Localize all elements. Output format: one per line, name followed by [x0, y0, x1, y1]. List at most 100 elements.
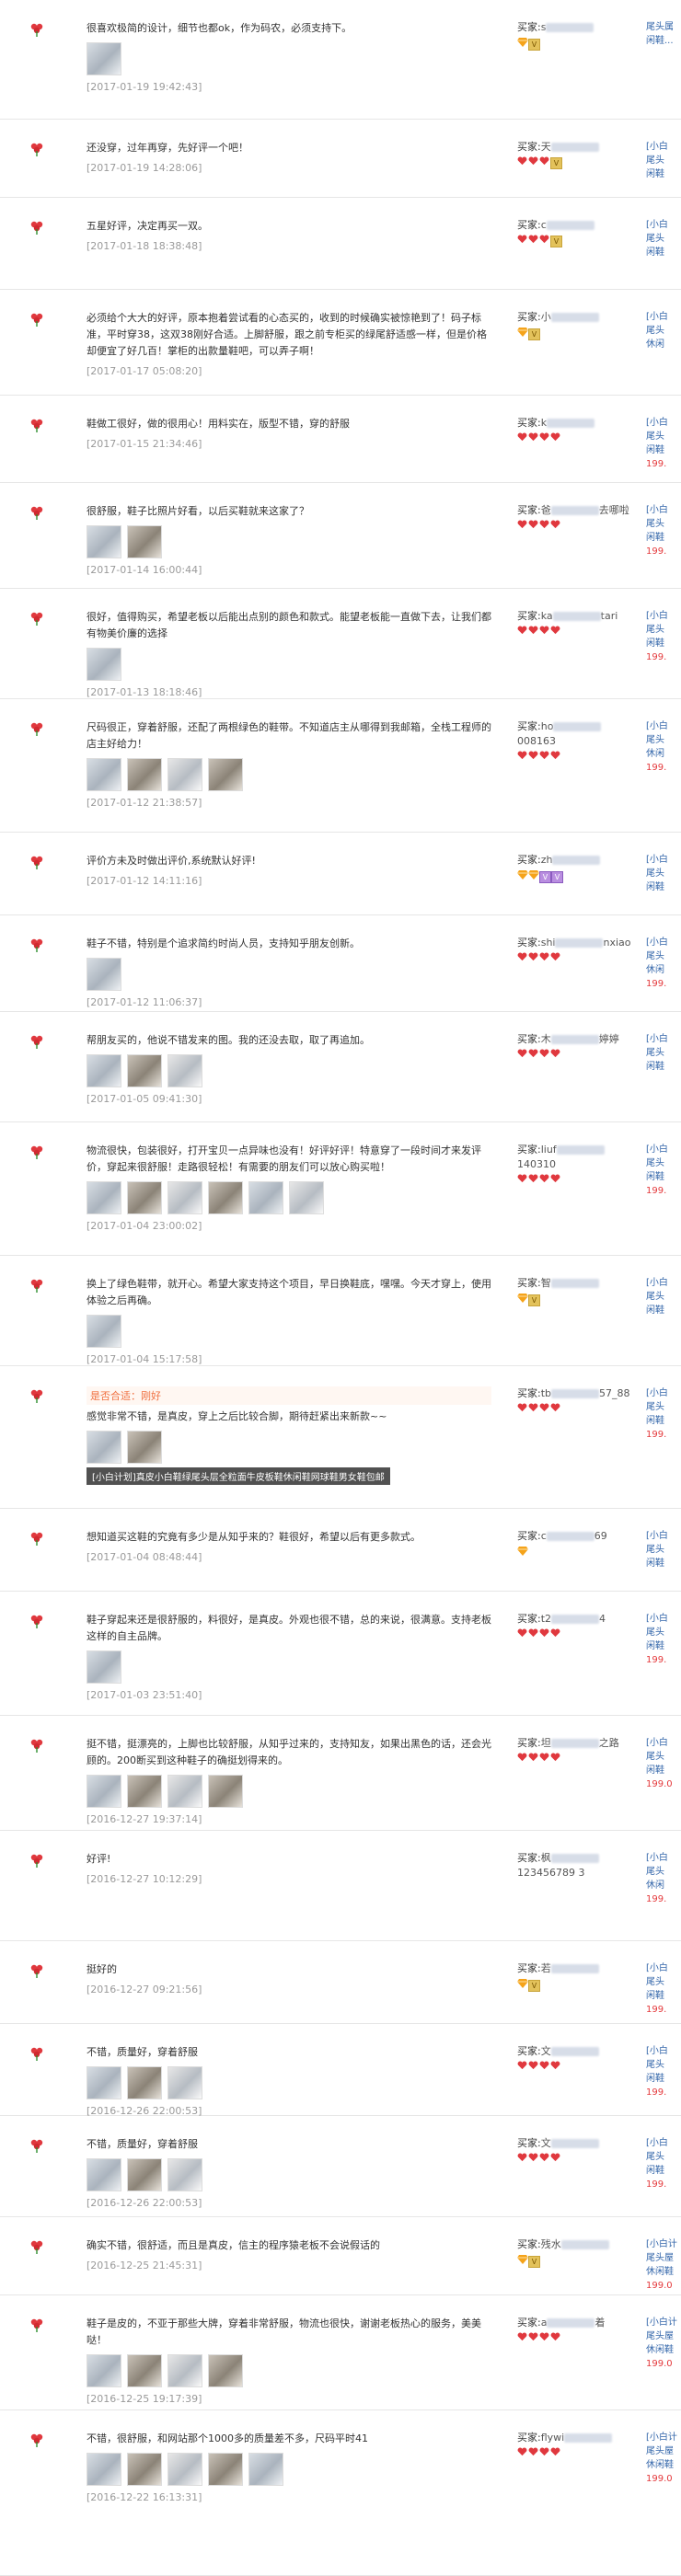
item-title-line[interactable]: [小白: [646, 1143, 681, 1156]
item-title-line[interactable]: [小白: [646, 1961, 681, 1975]
buyer-name[interactable]: 枫: [541, 1852, 551, 1864]
item-title-line[interactable]: [小白: [646, 2044, 681, 2058]
item-title-line[interactable]: 休闲: [646, 963, 681, 977]
item-title-line[interactable]: [小白: [646, 416, 681, 430]
buyer-name[interactable]: shi: [541, 937, 556, 949]
item-link[interactable]: [小白 尾头 闲鞋 199.: [646, 1386, 681, 1442]
item-title-line[interactable]: 闲鞋: [646, 246, 681, 259]
item-link[interactable]: [小白 尾头 休闲 199.: [646, 936, 681, 991]
item-link[interactable]: [小白 尾头 闲鞋: [646, 1529, 681, 1570]
review-photo[interactable]: [87, 2158, 121, 2191]
buyer-name[interactable]: 小: [541, 311, 551, 323]
item-link[interactable]: [小白 尾头 闲鞋 199.: [646, 609, 681, 664]
buyer-info[interactable]: 买家:t2 4: [517, 1612, 632, 1641]
item-link[interactable]: [小白 尾头 休闲 199.: [646, 1851, 681, 1906]
buyer-info[interactable]: 买家:若 V: [517, 1961, 632, 1992]
buyer-info[interactable]: 买家:小 V: [517, 310, 632, 340]
item-title-line[interactable]: 休闲鞋: [646, 2265, 681, 2279]
item-title-line[interactable]: [小白: [646, 1276, 681, 1290]
item-title-line[interactable]: 闲鞋: [646, 167, 681, 181]
review-photo[interactable]: [127, 1054, 162, 1087]
item-link[interactable]: [小白计 尾头屋 休闲鞋 199.0: [646, 2316, 681, 2371]
buyer-info[interactable]: 买家:a 着: [517, 2316, 632, 2345]
item-title-line[interactable]: 尾头: [646, 232, 681, 246]
buyer-info[interactable]: 买家:坦 之路: [517, 1736, 632, 1765]
item-title-line[interactable]: [小白: [646, 609, 681, 623]
review-photo[interactable]: [87, 1775, 121, 1808]
buyer-name[interactable]: c: [541, 1530, 547, 1542]
item-title-line[interactable]: [小白: [646, 1612, 681, 1626]
review-photo[interactable]: [87, 525, 121, 558]
item-title-line[interactable]: 尾头屋: [646, 2444, 681, 2458]
item-title-line[interactable]: 闲鞋: [646, 1304, 681, 1317]
item-title-line[interactable]: 休闲鞋: [646, 2343, 681, 2357]
buyer-name[interactable]: 若: [541, 1962, 551, 1974]
item-link[interactable]: [小白 尾头 休闲: [646, 310, 681, 351]
buyer-info[interactable]: 买家:s V: [517, 20, 632, 51]
item-title-line[interactable]: 闲鞋: [646, 1989, 681, 2003]
item-title-line[interactable]: 尾头: [646, 867, 681, 880]
buyer-name[interactable]: zh: [541, 854, 553, 866]
item-title-line[interactable]: 尾头属: [646, 20, 681, 34]
review-photo[interactable]: [87, 1431, 121, 1464]
item-title-line[interactable]: 尾头: [646, 154, 681, 167]
review-photo[interactable]: [167, 1054, 202, 1087]
review-photo[interactable]: [167, 2066, 202, 2099]
review-photo[interactable]: [87, 1315, 121, 1348]
buyer-info[interactable]: 买家:天 V: [517, 140, 632, 169]
review-photo[interactable]: [87, 648, 121, 681]
item-link[interactable]: [小白 尾头 休闲 199.: [646, 719, 681, 775]
item-title-line[interactable]: [小白: [646, 1386, 681, 1400]
item-title-line[interactable]: 闲鞋: [646, 1764, 681, 1777]
review-photo[interactable]: [289, 1181, 324, 1214]
buyer-info[interactable]: 买家:枫 123456789 3: [517, 1851, 632, 1882]
buyer-name[interactable]: 爸: [541, 504, 551, 516]
item-title-line[interactable]: 尾头: [646, 1290, 681, 1304]
item-link[interactable]: [小白 尾头 闲鞋 199.: [646, 2044, 681, 2099]
item-title-line[interactable]: 闲鞋: [646, 880, 681, 894]
item-link[interactable]: [小白 尾头 闲鞋 199.: [646, 503, 681, 558]
item-title-line[interactable]: 闲鞋: [646, 531, 681, 545]
review-photo[interactable]: [127, 1775, 162, 1808]
review-photo[interactable]: [208, 758, 243, 791]
item-title-line[interactable]: 尾头: [646, 623, 681, 637]
buyer-info[interactable]: 买家:ka tari: [517, 609, 632, 638]
buyer-name[interactable]: 残水: [541, 2238, 561, 2250]
item-title-line[interactable]: 闲鞋: [646, 637, 681, 650]
item-link[interactable]: [小白 尾头 闲鞋: [646, 1032, 681, 1074]
buyer-name[interactable]: 木: [541, 1033, 551, 1045]
review-photo[interactable]: [127, 2453, 162, 2486]
review-photo[interactable]: [127, 1431, 162, 1464]
buyer-info[interactable]: 买家:shi nxiao: [517, 936, 632, 965]
review-photo[interactable]: [208, 1181, 243, 1214]
item-title-line[interactable]: [小白: [646, 936, 681, 949]
buyer-info[interactable]: 买家:爸 去哪啦: [517, 503, 632, 533]
review-photo[interactable]: [167, 758, 202, 791]
review-photo[interactable]: [87, 758, 121, 791]
review-photo[interactable]: [167, 2453, 202, 2486]
review-photo[interactable]: [167, 2158, 202, 2191]
item-link[interactable]: [小白计 尾头屋 休闲鞋 199.0: [646, 2237, 681, 2293]
item-title-line[interactable]: 闲鞋...: [646, 34, 681, 48]
item-title-line[interactable]: [小白: [646, 218, 681, 232]
review-photo[interactable]: [127, 2066, 162, 2099]
review-photo[interactable]: [167, 2354, 202, 2387]
item-title-line[interactable]: 休闲: [646, 338, 681, 351]
buyer-info[interactable]: 买家:残水 V: [517, 2237, 632, 2268]
review-photo[interactable]: [127, 1181, 162, 1214]
review-photo[interactable]: [248, 2453, 283, 2486]
buyer-name[interactable]: c: [541, 219, 547, 231]
item-title-line[interactable]: 尾头: [646, 430, 681, 443]
item-link[interactable]: [小白 尾头 闲鞋 199.: [646, 1143, 681, 1198]
buyer-name[interactable]: ka: [541, 610, 553, 622]
buyer-info[interactable]: 买家:tb 57_88: [517, 1386, 632, 1416]
review-photo[interactable]: [127, 2354, 162, 2387]
buyer-name[interactable]: a: [541, 2317, 548, 2329]
item-title-line[interactable]: [小白计: [646, 2237, 681, 2251]
buyer-name[interactable]: liuf: [541, 1144, 557, 1156]
item-link[interactable]: [小白 尾头 闲鞋 199.: [646, 2136, 681, 2191]
item-title-line[interactable]: 闲鞋: [646, 2072, 681, 2086]
review-photo[interactable]: [208, 2354, 243, 2387]
buyer-name[interactable]: 天: [541, 141, 551, 153]
item-title-line[interactable]: 尾头屋: [646, 2329, 681, 2343]
